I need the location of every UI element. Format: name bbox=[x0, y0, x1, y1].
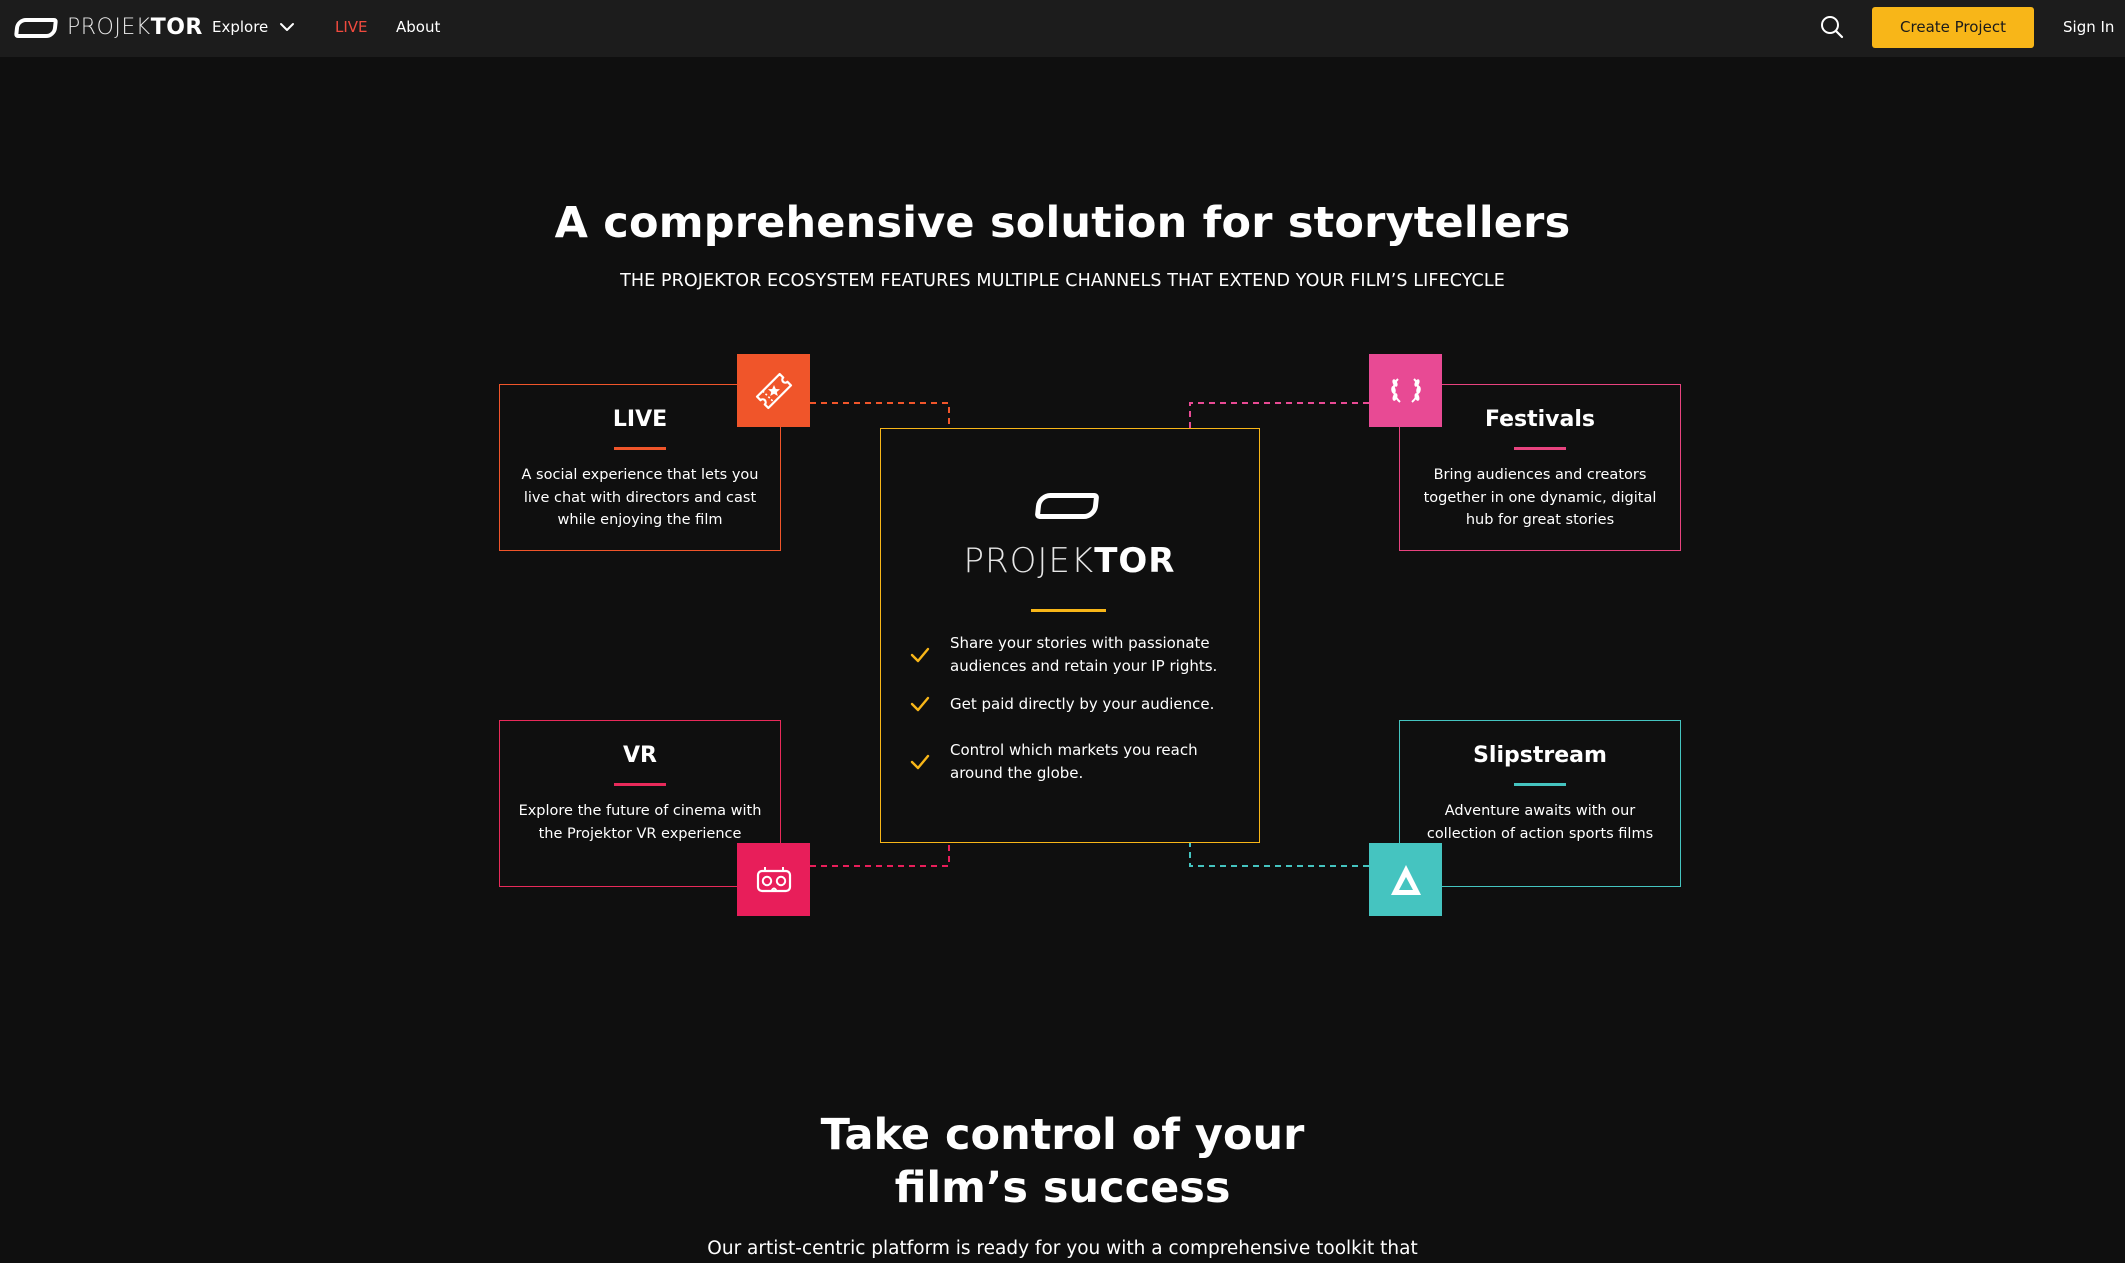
top-nav: PROJEKTOR Explore LIVE About Create Proj… bbox=[0, 0, 2125, 57]
projektor-center-panel: PROJEKTOR Share your stories with passio… bbox=[880, 428, 1260, 843]
feature-item: Get paid directly by your audience. bbox=[909, 692, 1230, 716]
section-title: Take control of your film’s success bbox=[0, 1109, 2125, 1215]
feature-text: Control which markets you reach around t… bbox=[950, 741, 1198, 782]
slipstream-tile bbox=[1369, 843, 1442, 916]
create-project-button[interactable]: Create Project bbox=[1872, 7, 2034, 48]
section-subtitle: Our artist-centric platform is ready for… bbox=[707, 1238, 1418, 1259]
section-title-text: Take control of your film’s success bbox=[820, 1110, 1305, 1213]
connector-slipstream bbox=[1189, 843, 1369, 867]
projektor-logo-icon bbox=[1034, 493, 1100, 519]
connector-festivals bbox=[1189, 402, 1369, 428]
checkmark-icon bbox=[910, 754, 930, 770]
feature-text: Share your stories with passionate audie… bbox=[950, 634, 1218, 675]
connector-live bbox=[810, 402, 950, 428]
checkmark-icon bbox=[910, 696, 930, 712]
page: PROJEKTOR Explore LIVE About Create Proj… bbox=[0, 0, 2125, 1263]
live-card-description: A social experience that lets you live c… bbox=[521, 467, 759, 528]
festivals-card-divider bbox=[1514, 447, 1566, 450]
brand-wordmark-light: PROJEK bbox=[67, 15, 151, 40]
center-wordmark-light: PROJEK bbox=[963, 541, 1095, 581]
vr-tile bbox=[737, 843, 810, 916]
center-wordmark-bold: TOR bbox=[1094, 541, 1176, 581]
feature-item: Share your stories with passionate audie… bbox=[909, 631, 1230, 679]
sign-in-link[interactable]: Sign In bbox=[2063, 16, 2114, 38]
live-tile bbox=[737, 354, 810, 427]
festivals-card-title: Festivals bbox=[1484, 407, 1596, 432]
slipstream-card-divider bbox=[1514, 783, 1566, 786]
hero-title: A comprehensive solution for storyteller… bbox=[554, 198, 1571, 248]
hero-subtitle: THE PROJEKTOR ECOSYSTEM FEATURES MULTIPL… bbox=[620, 271, 1505, 291]
nav-about-link[interactable]: About bbox=[396, 16, 440, 38]
connector-vr bbox=[810, 843, 950, 867]
feature-item: Control which markets you reach around t… bbox=[909, 738, 1230, 786]
nav-live-link[interactable]: LIVE bbox=[335, 16, 368, 38]
festivals-tile bbox=[1369, 354, 1442, 427]
search-icon[interactable] bbox=[1818, 13, 1846, 41]
vr-card-title: VR bbox=[623, 743, 657, 768]
ticket-icon bbox=[755, 372, 792, 409]
nav-explore-dropdown[interactable]: Explore bbox=[212, 16, 296, 38]
vr-card-divider bbox=[614, 783, 666, 786]
center-divider bbox=[1031, 609, 1106, 612]
festivals-card-description: Bring audiences and creators together in… bbox=[1423, 467, 1657, 528]
vr-headset-icon bbox=[756, 866, 791, 892]
nav-explore-label: Explore bbox=[212, 18, 269, 36]
vr-card-description: Explore the future of cinema with the Pr… bbox=[518, 803, 762, 842]
slipstream-card-description: Adventure awaits with our collection of … bbox=[1426, 803, 1654, 842]
projektor-logo-icon bbox=[13, 18, 59, 38]
slipstream-logo-icon bbox=[1390, 864, 1421, 895]
brand-wordmark-bold: TOR bbox=[150, 15, 203, 40]
brand-wordmark: PROJEKTOR bbox=[67, 14, 203, 42]
live-card-divider bbox=[614, 447, 666, 450]
checkmark-icon bbox=[910, 647, 930, 663]
slipstream-card-title: Slipstream bbox=[1473, 743, 1607, 768]
center-wordmark: PROJEKTOR bbox=[881, 539, 1258, 583]
feature-text: Get paid directly by your audience. bbox=[950, 694, 1215, 713]
laurel-icon bbox=[1390, 377, 1421, 403]
brand-logo[interactable]: PROJEKTOR bbox=[13, 14, 203, 42]
chevron-down-icon bbox=[280, 23, 295, 31]
